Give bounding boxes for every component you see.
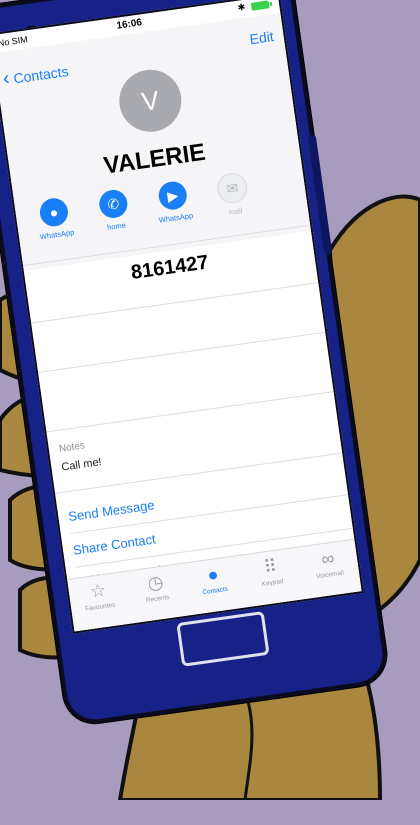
battery-icon: [250, 0, 270, 11]
action-video-button[interactable]: ▶ WhatsApp: [141, 178, 206, 227]
phone-body: No SIM 16:06 ✱ ‹Contacts Edit V VALERIE …: [0, 0, 387, 723]
tab-contacts[interactable]: ● Contacts: [183, 560, 245, 599]
notes-label: Notes: [58, 440, 86, 455]
action-label: mail: [228, 206, 244, 217]
action-mail-button[interactable]: ✉ mail: [201, 169, 266, 220]
edit-button[interactable]: Edit: [249, 28, 275, 47]
chevron-left-icon: ‹: [1, 67, 12, 90]
video-icon: ▶: [156, 179, 189, 212]
tab-voicemail[interactable]: ∞ Voicemail: [298, 544, 360, 583]
share-contact-button[interactable]: Share Contact: [72, 531, 156, 557]
chat-bubble-icon: ●: [38, 196, 70, 229]
action-label: home: [106, 220, 127, 232]
tab-keypad[interactable]: ⠿ Keypad: [240, 552, 302, 591]
action-label: WhatsApp: [39, 227, 75, 242]
mail-icon: ✉: [215, 171, 250, 206]
notes-text[interactable]: Call me!: [61, 456, 103, 473]
phone-icon: ✆: [97, 188, 130, 220]
action-message-button[interactable]: ● WhatsApp: [22, 194, 87, 243]
bluetooth-icon: ✱: [236, 1, 246, 13]
phone-group: No SIM 16:06 ✱ ‹Contacts Edit V VALERIE …: [0, 0, 420, 825]
divider: [38, 331, 326, 374]
carrier-label: No SIM: [0, 34, 29, 49]
phone-screen: No SIM 16:06 ✱ ‹Contacts Edit V VALERIE …: [0, 0, 364, 634]
action-call-button[interactable]: ✆ home: [82, 186, 147, 235]
send-message-button[interactable]: Send Message: [67, 497, 155, 524]
tab-recents[interactable]: ◷ Recents: [125, 568, 187, 607]
home-button[interactable]: [176, 611, 270, 667]
divider: [46, 391, 334, 433]
action-label: WhatsApp: [158, 211, 194, 225]
status-time: 16:06: [115, 17, 143, 32]
tab-favourites[interactable]: ☆ Favourites: [68, 576, 130, 615]
